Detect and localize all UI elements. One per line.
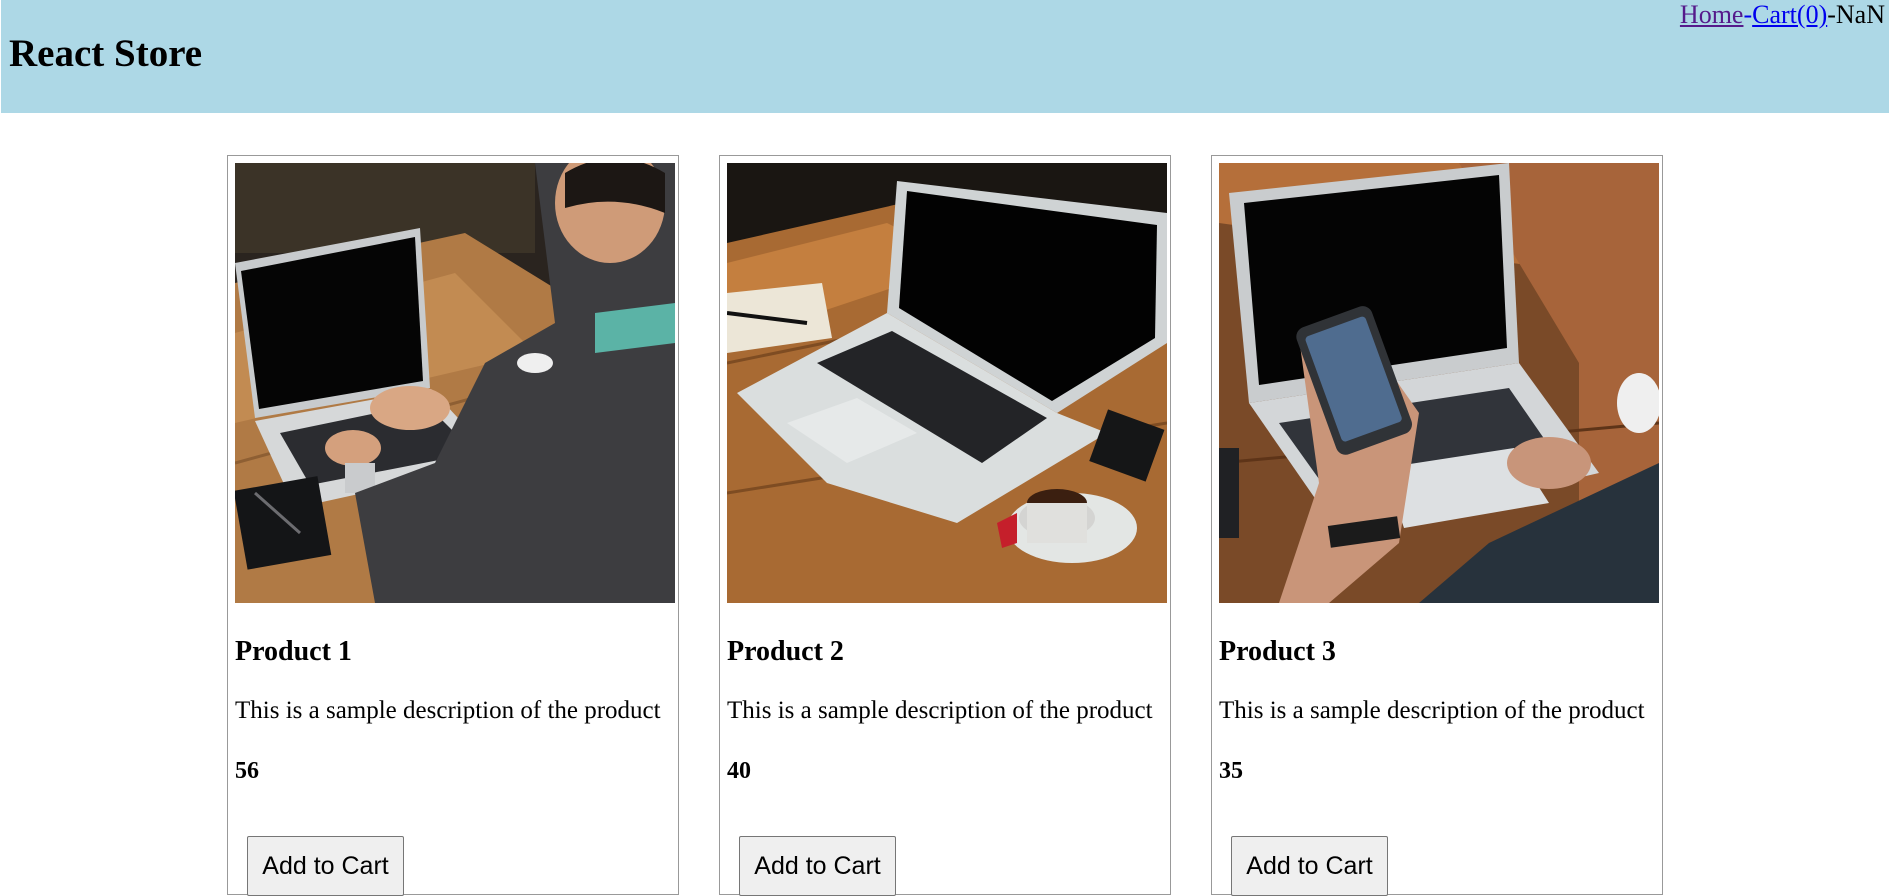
add-to-cart-button[interactable]: Add to Cart — [1231, 836, 1388, 896]
product-card: Product 2 This is a sample description o… — [719, 155, 1171, 896]
site-title: React Store — [9, 32, 203, 75]
product-name: Product 3 — [1219, 636, 1336, 667]
product-name: Product 2 — [727, 636, 844, 667]
add-to-cart-button[interactable]: Add to Cart — [739, 836, 896, 896]
product-image — [1219, 163, 1659, 603]
product-name: Product 1 — [235, 636, 352, 667]
cart-link[interactable]: Cart(0) — [1752, 0, 1827, 29]
product-price: 35 — [1219, 758, 1243, 784]
product-image — [727, 163, 1167, 603]
product-image — [235, 163, 675, 603]
product-price: 56 — [235, 758, 259, 784]
nav-separator: - — [1827, 0, 1836, 29]
cart-total: NaN — [1835, 0, 1885, 29]
nav-separator: - — [1743, 0, 1753, 29]
product-description: This is a sample description of the prod… — [727, 697, 1153, 724]
product-description: This is a sample description of the prod… — [235, 697, 661, 724]
home-link[interactable]: Home — [1680, 0, 1744, 29]
product-description: This is a sample description of the prod… — [1219, 697, 1645, 724]
site-header: React Store Home-Cart(0)-NaN — [1, 0, 1889, 113]
product-card: Product 1 This is a sample description o… — [227, 155, 679, 896]
top-nav: Home-Cart(0)-NaN — [1680, 0, 1885, 30]
product-price: 40 — [727, 758, 751, 784]
product-card: Product 3 This is a sample description o… — [1211, 155, 1663, 896]
add-to-cart-button[interactable]: Add to Cart — [247, 836, 404, 896]
